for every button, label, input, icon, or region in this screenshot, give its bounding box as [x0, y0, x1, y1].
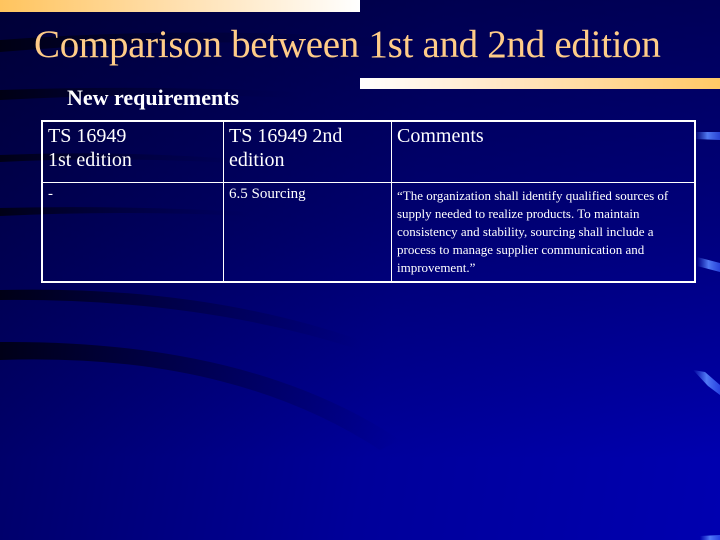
light-streak: [697, 257, 720, 272]
dark-swoosh: [0, 341, 400, 450]
slide-subtitle: New requirements: [67, 85, 240, 110]
table-header-row: TS 16949 1st edition TS 16949 2nd editio…: [41, 120, 696, 183]
cell-comment: “The organization shall identify qualifi…: [391, 182, 696, 283]
slide-title: Comparison between 1st and 2nd edition: [34, 23, 661, 66]
dark-swoosh: [0, 289, 360, 350]
cell-second-edition: 6.5 Sourcing: [223, 182, 392, 283]
header-first-edition-line1: TS 16949: [48, 125, 127, 147]
light-streak: [693, 370, 720, 395]
light-streak: [700, 535, 720, 540]
cell-first-edition: -: [41, 182, 224, 283]
header-comments: Comments: [391, 120, 696, 183]
header-second-edition: TS 16949 2nd edition: [223, 120, 392, 183]
light-streak: [695, 132, 720, 140]
header-first-edition-line2: 1st edition: [48, 149, 132, 171]
table-row: - 6.5 Sourcing “The organization shall i…: [41, 182, 696, 283]
requirements-table: TS 16949 1st edition TS 16949 2nd editio…: [41, 120, 696, 283]
header-first-edition: TS 16949 1st edition: [41, 120, 224, 183]
accent-bar-top: [0, 0, 360, 12]
accent-bar-middle: [360, 78, 720, 89]
